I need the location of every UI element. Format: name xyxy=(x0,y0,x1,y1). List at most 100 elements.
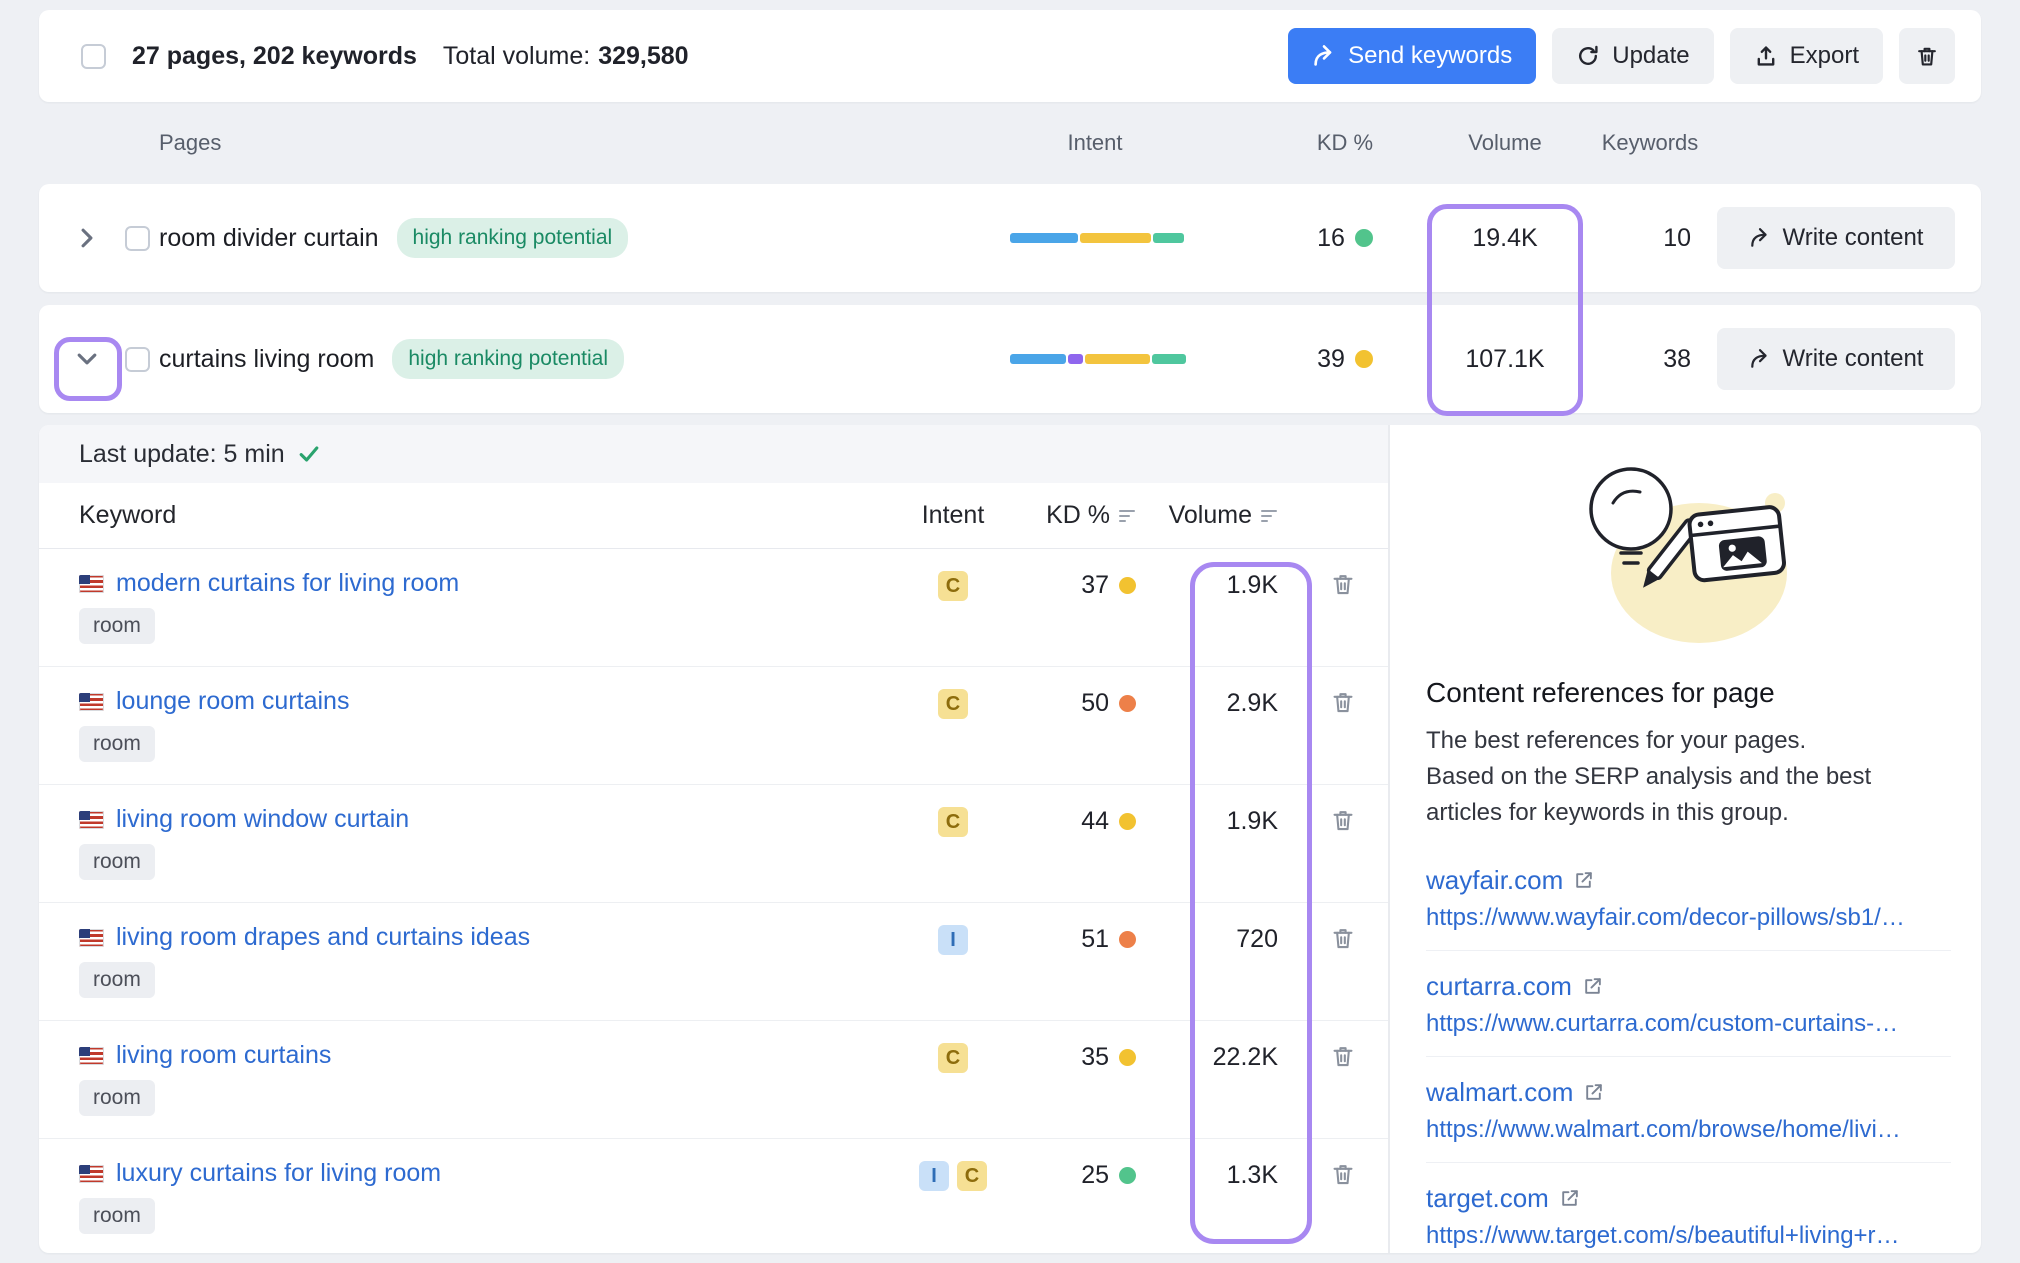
total-volume: Total volume:329,580 xyxy=(443,42,689,71)
row-checkbox[interactable] xyxy=(125,347,150,372)
delete-keyword-button[interactable] xyxy=(1326,921,1360,955)
reference-url[interactable]: https://www.walmart.com/browse/home/livi… xyxy=(1426,1116,1951,1144)
refresh-icon xyxy=(1576,44,1600,68)
reference-url[interactable]: https://www.wayfair.com/decor-pillows/sb… xyxy=(1426,904,1951,932)
reference-item: target.com https://www.target.com/s/beau… xyxy=(1426,1163,1951,1253)
trash-icon xyxy=(1915,44,1939,68)
page-name[interactable]: curtains living room xyxy=(159,345,374,374)
pages-table-header: Pages Intent KD % Volume Keywords xyxy=(39,102,1981,184)
volume-value: 107.1K xyxy=(1435,345,1575,374)
intent-badge-c: C xyxy=(938,1043,968,1073)
column-keyword: Keyword xyxy=(79,501,898,530)
keyword-link[interactable]: living room window curtain xyxy=(79,805,409,834)
reference-domain-link[interactable]: walmart.com xyxy=(1426,1077,1604,1108)
keyword-link[interactable]: living room drapes and curtains ideas xyxy=(79,923,530,952)
references-title: Content references for page xyxy=(1426,677,1951,709)
reference-url[interactable]: https://www.curtarra.com/custom-curtains… xyxy=(1426,1010,1951,1038)
reference-item: wayfair.com https://www.wayfair.com/deco… xyxy=(1426,845,1951,951)
kd-dot xyxy=(1355,350,1373,368)
intent-badge-c: C xyxy=(957,1161,987,1191)
kd-dot xyxy=(1119,1167,1136,1184)
kd-dot xyxy=(1119,577,1136,594)
kd-value: 37 xyxy=(1081,571,1109,600)
intent-badge-i: I xyxy=(919,1161,949,1191)
delete-keyword-button[interactable] xyxy=(1326,803,1360,837)
keywords-count: 38 xyxy=(1595,345,1705,374)
volume-value: 1.9K xyxy=(1148,549,1298,600)
send-icon xyxy=(1749,227,1771,249)
send-icon xyxy=(1749,348,1771,370)
external-link-icon xyxy=(1583,1082,1604,1103)
volume-value: 1.3K xyxy=(1148,1139,1298,1190)
kd-dot xyxy=(1119,1049,1136,1066)
keyword-row: modern curtains for living room room C 3… xyxy=(39,549,1388,667)
us-flag-icon xyxy=(79,811,104,829)
content-references-illustration xyxy=(1564,451,1814,651)
us-flag-icon xyxy=(79,575,104,593)
export-button[interactable]: Export xyxy=(1730,28,1883,84)
keyword-tag: room xyxy=(79,1198,155,1234)
delete-keyword-button[interactable] xyxy=(1326,685,1360,719)
toolbar-actions: Send keywords Update Export xyxy=(1288,28,1955,84)
volume-value: 720 xyxy=(1148,903,1298,954)
keywords-count: 10 xyxy=(1595,224,1705,253)
page-row-curtains-living-room: curtains living room high ranking potent… xyxy=(39,305,1981,413)
keyword-tag: room xyxy=(79,608,155,644)
column-kd-sortable[interactable]: KD % xyxy=(1008,501,1148,530)
delete-keyword-button[interactable] xyxy=(1326,1039,1360,1073)
send-keywords-button[interactable]: Send keywords xyxy=(1288,28,1536,84)
delete-keyword-button[interactable] xyxy=(1326,567,1360,601)
keyword-tag: room xyxy=(79,844,155,880)
row-checkbox[interactable] xyxy=(125,226,150,251)
write-content-button[interactable]: Write content xyxy=(1717,207,1955,269)
kd-value: 25 xyxy=(1081,1161,1109,1190)
reference-domain-link[interactable]: wayfair.com xyxy=(1426,865,1594,896)
select-all-checkbox[interactable] xyxy=(81,44,106,69)
column-intent: Intent xyxy=(995,130,1195,156)
intent-badge-c: C xyxy=(938,571,968,601)
write-content-button[interactable]: Write content xyxy=(1717,328,1955,390)
keyword-tag: room xyxy=(79,962,155,998)
reference-url[interactable]: https://www.target.com/s/beautiful+livin… xyxy=(1426,1222,1951,1250)
keyword-row: living room window curtain room C 44 1.9… xyxy=(39,785,1388,903)
keyword-table-header: Keyword Intent KD % Volume xyxy=(39,483,1388,549)
kd-value: 50 xyxy=(1081,689,1109,718)
column-intent: Intent xyxy=(898,501,1008,530)
intent-badges: C xyxy=(898,667,1008,719)
check-icon xyxy=(297,442,321,466)
page-name[interactable]: room divider curtain xyxy=(159,224,379,253)
keyword-link[interactable]: luxury curtains for living room xyxy=(79,1159,441,1188)
kd-dot xyxy=(1119,931,1136,948)
sort-icon xyxy=(1118,508,1136,524)
keyword-row: living room drapes and curtains ideas ro… xyxy=(39,903,1388,1021)
export-icon xyxy=(1754,44,1778,68)
volume-value: 2.9K xyxy=(1148,667,1298,718)
keyword-link[interactable]: living room curtains xyxy=(79,1041,331,1070)
keyword-link[interactable]: modern curtains for living room xyxy=(79,569,459,598)
intent-badge-c: C xyxy=(938,807,968,837)
delete-button[interactable] xyxy=(1899,28,1955,84)
volume-value: 22.2K xyxy=(1148,1021,1298,1072)
keyword-link[interactable]: lounge room curtains xyxy=(79,687,349,716)
keyword-row: living room curtains room C 35 22.2K xyxy=(39,1021,1388,1139)
delete-keyword-button[interactable] xyxy=(1326,1157,1360,1191)
references-list: wayfair.com https://www.wayfair.com/deco… xyxy=(1426,845,1951,1253)
send-icon xyxy=(1312,44,1336,68)
references-description: The best references for your pages. Base… xyxy=(1426,723,1951,831)
us-flag-icon xyxy=(79,1165,104,1183)
column-volume-sortable[interactable]: Volume xyxy=(1148,501,1298,530)
us-flag-icon xyxy=(79,929,104,947)
toolbar: 27 pages, 202 keywords Total volume:329,… xyxy=(39,10,1981,102)
reference-domain-link[interactable]: curtarra.com xyxy=(1426,971,1603,1002)
volume-value: 19.4K xyxy=(1435,224,1575,253)
reference-domain-link[interactable]: target.com xyxy=(1426,1183,1580,1214)
expanded-keywords-panel: Last update: 5 min Keyword Intent KD % V… xyxy=(39,425,1981,1253)
chevron-down-icon[interactable] xyxy=(59,346,115,372)
keyword-tag: room xyxy=(79,726,155,762)
update-button[interactable]: Update xyxy=(1552,28,1713,84)
ranking-potential-badge: high ranking potential xyxy=(397,218,629,258)
kd-value: 51 xyxy=(1081,925,1109,954)
chevron-right-icon[interactable] xyxy=(59,225,115,251)
kd-value: 35 xyxy=(1081,1043,1109,1072)
kd-value: 39 xyxy=(1317,345,1345,374)
